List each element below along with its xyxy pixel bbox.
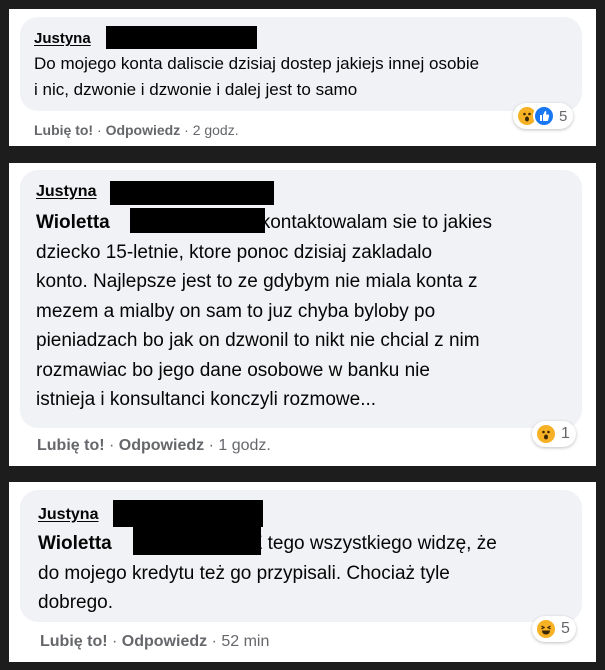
comment-text-line: Do mojego konta daliscie dzisiaj dostep …	[34, 54, 480, 73]
comment-actions: Lubię to! · Odpowiedz · 1 godz.	[37, 437, 271, 455]
comment-text: Wioletta Z tego wszystkiego widzę, że do …	[38, 529, 497, 618]
comment-actions: Lubię to! · Odpowiedz · 2 godz.	[34, 122, 239, 138]
redaction-bar	[133, 527, 261, 555]
comment-timestamp[interactable]: 52 min	[221, 633, 269, 650]
comment-card: Justyna Wioletta kontaktowalam sie to jak…	[9, 163, 596, 466]
comment-text-line: kontaktowalam sie to jakies	[260, 212, 492, 233]
separator-dot: ·	[208, 437, 219, 454]
comment-text-line: istnieja i konsultanci konczyli rozmowe.…	[36, 389, 377, 410]
like-icon	[533, 105, 555, 127]
comment-bubble: Justyna Wioletta Z tego wszystkiego widzę…	[20, 490, 582, 622]
comment-text-line: i nic, dzwonie i dzwonie i dalej jest to…	[34, 80, 358, 99]
like-button[interactable]: Lubię to!	[34, 122, 93, 138]
comment-bubble: Justyna Do mojego konta daliscie dzisiaj…	[20, 17, 582, 111]
mention-link[interactable]: Wioletta	[36, 212, 110, 233]
reply-button[interactable]: Odpowiedz	[119, 437, 204, 454]
haha-emoji-icon	[535, 618, 557, 640]
comment-timestamp[interactable]: 2 godz.	[193, 122, 239, 138]
wow-emoji-icon	[535, 423, 557, 445]
separator-dot: ·	[97, 122, 106, 138]
separator-dot: ·	[184, 122, 193, 138]
comment-author[interactable]: Justyna	[38, 506, 98, 524]
comment-bubble: Justyna Wioletta kontaktowalam sie to jak…	[20, 170, 582, 428]
reaction-summary[interactable]: 5	[513, 103, 574, 129]
mention-link[interactable]: Wioletta	[38, 533, 112, 554]
reaction-count: 5	[559, 107, 568, 125]
comment-text-line: dziecko 15-letnie, ktore ponoc dzisiaj z…	[36, 241, 433, 263]
redaction-bar	[110, 181, 274, 205]
redaction-bar	[113, 500, 263, 527]
reaction-count: 5	[561, 620, 570, 637]
comment-text-line: pieniadzach bo jak on dzwonil to nikt ni…	[36, 330, 480, 351]
comment-text-line: do mojego kredytu też go przypisali. Cho…	[38, 562, 450, 584]
separator-dot: ·	[109, 437, 119, 454]
comment-author[interactable]: Justyna	[34, 30, 91, 47]
comment-timestamp[interactable]: 1 godz.	[218, 437, 270, 454]
comment-text-line: dobrego.	[38, 592, 114, 613]
comment-text-line: mezem a mialby on sam to juz chyba bylob…	[36, 300, 436, 322]
like-button[interactable]: Lubię to!	[37, 437, 105, 454]
reaction-summary[interactable]: 1	[532, 421, 576, 447]
comment-author[interactable]: Justyna	[36, 183, 96, 201]
comment-first-line: Wioletta Z tego wszystkiego widzę, że	[38, 529, 497, 559]
comment-text-line: Z tego wszystkiego widzę, że	[250, 533, 497, 554]
separator-dot: ·	[211, 633, 222, 650]
redaction-bar	[130, 208, 265, 233]
comment-text: Wioletta kontaktowalam sie to jakies dzie…	[36, 208, 492, 415]
comment-actions: Lubię to! · Odpowiedz · 52 min	[40, 633, 269, 651]
comment-card: Justyna Do mojego konta daliscie dzisiaj…	[9, 9, 596, 146]
comment-text-line: konto. Najlepsze jest to ze gdybym nie m…	[36, 271, 478, 292]
comment-text-line: rozmawiac bo jego dane osobowe w banku n…	[36, 359, 430, 381]
separator-dot: ·	[112, 633, 122, 650]
like-button[interactable]: Lubię to!	[40, 633, 108, 650]
reply-button[interactable]: Odpowiedz	[122, 633, 207, 650]
reaction-summary[interactable]: 5	[532, 616, 576, 642]
redaction-bar	[106, 26, 257, 49]
comment-text: Do mojego konta daliscie dzisiaj dostep …	[34, 51, 479, 103]
reaction-count: 1	[561, 425, 570, 442]
reply-button[interactable]: Odpowiedz	[106, 122, 181, 138]
comment-card: Justyna Wioletta Z tego wszystkiego widzę…	[9, 482, 596, 662]
